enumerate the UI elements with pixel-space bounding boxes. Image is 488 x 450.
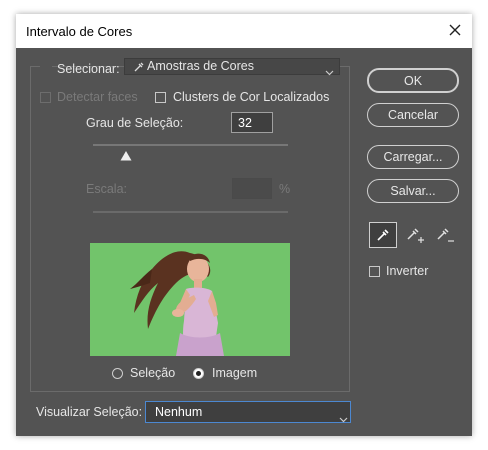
cancel-button[interactable]: Cancelar [367,103,459,127]
radio-dot [196,371,201,376]
eyedropper-plus-icon[interactable] [401,222,429,248]
select-label: Selecionar: [57,62,120,76]
selection-radio-label: Seleção [130,366,176,380]
image-radio[interactable] [193,368,204,379]
localized-clusters-label: Clusters de Cor Localizados [173,90,330,104]
preview-mode-label: Visualizar Seleção: [36,405,143,419]
chevron-down-icon [325,63,334,81]
fuzziness-slider-track[interactable] [93,144,288,146]
localized-clusters-checkbox[interactable] [155,92,166,103]
preview-mode-dropdown[interactable]: Nenhum [145,401,351,423]
select-dropdown[interactable]: Amostras de Cores [124,58,340,78]
range-unit: % [279,182,291,196]
selection-radio[interactable] [112,368,123,379]
preview-image [90,243,290,356]
range-label: Escala: [86,182,127,196]
fuzziness-label: Grau de Seleção: [86,116,184,130]
eyedropper-icon[interactable] [369,222,397,248]
group-border-gap [40,62,52,76]
range-input[interactable] [232,178,272,199]
close-icon[interactable] [444,19,466,41]
eyedropper-icon [133,60,145,78]
invert-checkbox[interactable] [369,266,380,277]
detect-faces-label: Detectar faces [57,90,138,104]
image-radio-label: Imagem [212,366,258,380]
range-slider-track[interactable] [93,211,288,213]
detect-faces-checkbox[interactable] [40,92,51,103]
save-button[interactable]: Salvar... [367,179,459,203]
select-value: Amostras de Cores [147,59,254,73]
fuzziness-input[interactable]: 32 [231,112,273,133]
preview-mode-value: Nenhum [155,405,203,419]
window-title: Intervalo de Cores [26,24,133,39]
ok-button[interactable]: OK [367,68,459,93]
chevron-down-icon [339,410,348,428]
load-button[interactable]: Carregar... [367,145,459,169]
invert-label: Inverter [386,264,429,278]
eyedropper-minus-icon[interactable] [431,222,459,248]
fuzziness-slider-thumb[interactable] [120,148,132,166]
